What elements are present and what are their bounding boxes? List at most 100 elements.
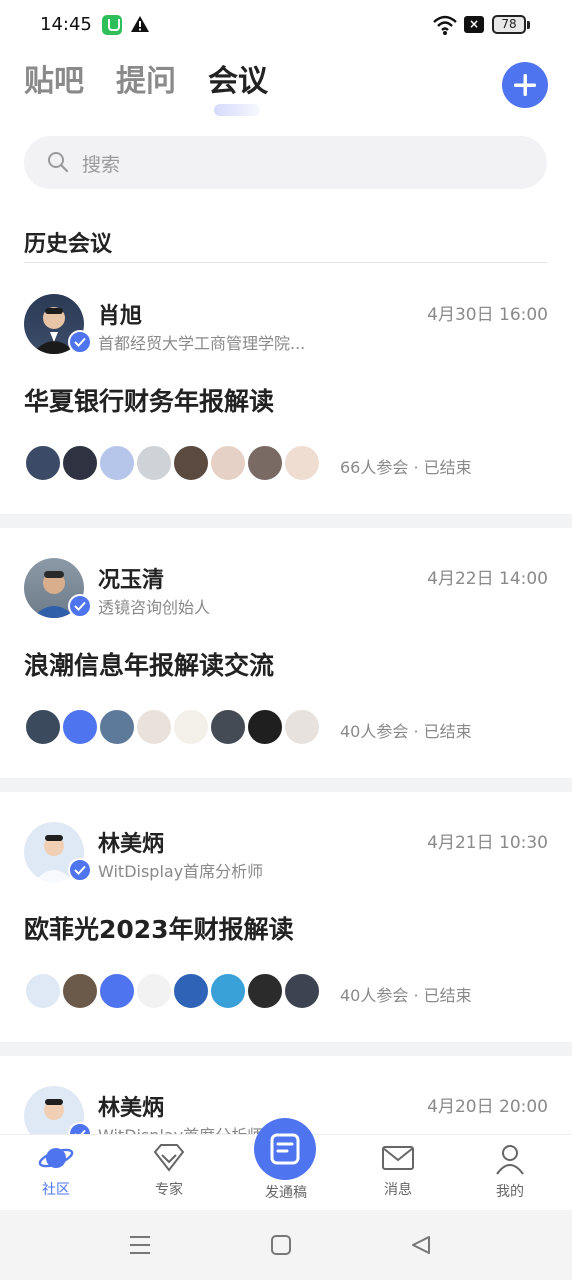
participant-avatar (209, 708, 247, 746)
verified-icon (68, 1122, 92, 1134)
top-tabs: 贴吧 提问 会议 (24, 60, 268, 116)
section-title: 历史会议 (24, 232, 113, 257)
host-name[interactable]: 肖旭 (98, 298, 142, 330)
participant-avatar (135, 972, 173, 1010)
app-notification-icon (102, 15, 122, 35)
participant-avatar (24, 444, 62, 482)
host-title: WitDisplay首席分析师 (98, 1122, 263, 1134)
back-icon[interactable] (410, 1234, 432, 1256)
publish-label: 发通稿 (265, 1185, 307, 1201)
participant-avatar (209, 444, 247, 482)
tab-meetings[interactable]: 会议 (208, 60, 268, 116)
meeting-status: 已结束 (423, 458, 472, 477)
participant-avatar (98, 444, 136, 482)
participant-avatar (24, 972, 62, 1010)
meeting-time: 4月21日 10:30 (427, 833, 548, 853)
meeting-card[interactable]: 林美炳 WitDisplay首席分析师 4月21日 10:30 欧菲光2023年… (0, 822, 572, 1042)
participant-info: 66人参会 · 已结束 (340, 458, 472, 477)
participant-avatar (135, 444, 173, 482)
host-name[interactable]: 林美炳 (98, 826, 164, 858)
participant-avatars[interactable] (24, 444, 321, 482)
participant-avatar (98, 972, 136, 1010)
meeting-status: 已结束 (423, 722, 472, 741)
tab-meetings-label: 会议 (208, 64, 268, 99)
add-button[interactable] (502, 62, 548, 108)
search-input[interactable]: 搜索 (24, 136, 547, 189)
nav-messages[interactable]: 消息 (358, 1143, 438, 1199)
no-sim-icon: × (464, 16, 484, 33)
menu-icon[interactable] (128, 1234, 152, 1256)
verified-icon (68, 858, 92, 882)
participant-avatar (246, 972, 284, 1010)
meeting-time: 4月22日 14:00 (427, 569, 548, 589)
participant-avatar (246, 708, 284, 746)
participant-avatar (283, 444, 321, 482)
participant-avatar (98, 708, 136, 746)
tab-active-indicator (214, 104, 260, 116)
participants-count: 66人参会 (340, 458, 409, 477)
meeting-title[interactable]: 欧菲光2023年财报解读 (24, 910, 294, 946)
participant-avatar (283, 972, 321, 1010)
card-separator (0, 514, 572, 528)
meeting-time: 4月20日 20:00 (427, 1097, 548, 1117)
nav-mine[interactable]: 我的 (470, 1143, 550, 1201)
participant-info: 40人参会 · 已结束 (340, 722, 472, 741)
participant-avatar (209, 972, 247, 1010)
publish-button[interactable] (254, 1118, 316, 1180)
home-icon[interactable] (270, 1234, 292, 1256)
meeting-status: 已结束 (423, 986, 472, 1005)
status-time: 14:45 (40, 14, 92, 35)
host-name[interactable]: 林美炳 (98, 1090, 164, 1122)
mail-icon (382, 1146, 414, 1170)
divider (24, 262, 547, 263)
participants-count: 40人参会 (340, 722, 409, 741)
nav-mine-label: 我的 (496, 1184, 524, 1200)
participant-info: 40人参会 · 已结束 (340, 986, 472, 1005)
tab-tieba[interactable]: 贴吧 (24, 60, 84, 110)
participants-count: 40人参会 (340, 986, 409, 1005)
meeting-card[interactable]: 肖旭 首都经贸大学工商管理学院... 4月30日 16:00 华夏银行财务年报解… (0, 294, 572, 514)
participant-avatars[interactable] (24, 708, 321, 746)
card-separator (0, 1042, 572, 1056)
nav-messages-label: 消息 (384, 1182, 412, 1198)
nav-community[interactable]: 社区 (16, 1143, 96, 1199)
meeting-title[interactable]: 浪潮信息年报解读交流 (24, 646, 274, 682)
nav-experts-label: 专家 (155, 1182, 183, 1198)
diamond-icon (153, 1144, 185, 1172)
document-icon (270, 1133, 300, 1165)
wifi-icon (433, 15, 457, 35)
tab-questions[interactable]: 提问 (116, 60, 176, 110)
participant-avatar (24, 708, 62, 746)
host-title: 首都经贸大学工商管理学院... (98, 334, 306, 353)
meeting-time: 4月30日 16:00 (427, 305, 548, 325)
participant-avatar (172, 444, 210, 482)
host-name[interactable]: 况玉清 (98, 562, 164, 594)
verified-icon (68, 330, 92, 354)
participant-avatar (61, 444, 99, 482)
person-icon (496, 1145, 524, 1175)
system-nav-bar (0, 1210, 572, 1280)
planet-icon (38, 1148, 74, 1168)
plus-icon (514, 74, 536, 96)
host-title: WitDisplay首席分析师 (98, 862, 264, 881)
card-separator (0, 778, 572, 792)
participant-avatar (172, 708, 210, 746)
nav-community-label: 社区 (42, 1182, 70, 1198)
participant-avatar (135, 708, 173, 746)
search-icon (48, 152, 69, 173)
meeting-title[interactable]: 华夏银行财务年报解读 (24, 382, 274, 418)
warning-icon (131, 16, 149, 32)
search-placeholder: 搜索 (82, 154, 121, 176)
host-title: 透镜咨询创始人 (98, 598, 211, 617)
participant-avatars[interactable] (24, 972, 321, 1010)
participant-avatar (246, 444, 284, 482)
nav-experts[interactable]: 专家 (129, 1143, 209, 1199)
verified-icon (68, 594, 92, 618)
participant-avatar (61, 972, 99, 1010)
status-bar: 14:45 × 78 (0, 0, 572, 52)
battery-indicator: 78 (492, 15, 530, 34)
meeting-card[interactable]: 况玉清 透镜咨询创始人 4月22日 14:00 浪潮信息年报解读交流 40人参会… (0, 558, 572, 778)
participant-avatar (61, 708, 99, 746)
participant-avatar (172, 972, 210, 1010)
participant-avatar (283, 708, 321, 746)
